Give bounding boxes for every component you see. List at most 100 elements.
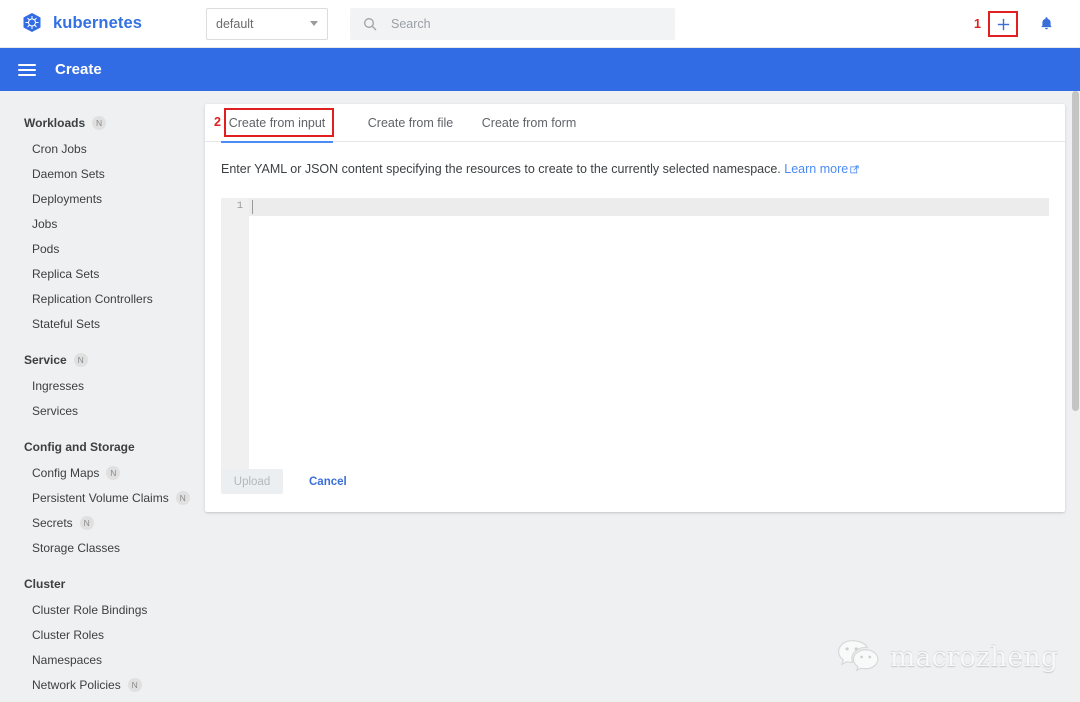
namespace-selector[interactable]: default	[206, 8, 328, 40]
namespaced-badge: N	[74, 353, 88, 367]
hamburger-line	[18, 74, 36, 76]
yaml-editor[interactable]: 1	[221, 198, 1049, 473]
external-link-icon	[850, 163, 859, 172]
sidebar-item-jobs[interactable]: Jobs	[0, 211, 190, 236]
sidebar-group-spacer	[0, 423, 190, 434]
search-input[interactable]	[391, 17, 641, 31]
hamburger-menu-icon[interactable]	[18, 64, 36, 76]
hamburger-line	[18, 64, 36, 66]
create-button[interactable]	[988, 11, 1018, 37]
search-icon	[362, 16, 378, 32]
namespaced-badge: N	[80, 516, 94, 530]
sidebar-item-label: Cluster Roles	[32, 628, 104, 642]
learn-more-label: Learn more	[784, 162, 848, 176]
sidebar-item-label: Ingresses	[32, 379, 84, 393]
sidebar-item-label: Services	[32, 404, 78, 418]
sidebar-group-workloads: Workloads N	[0, 110, 190, 136]
namespaced-badge: N	[92, 116, 106, 130]
sidebar-item-ingresses[interactable]: Ingresses	[0, 373, 190, 398]
sidebar-item-stateful-sets[interactable]: Stateful Sets	[0, 311, 190, 336]
sidebar-item-nodes[interactable]: Nodes	[0, 697, 190, 702]
sidebar-item-cron-jobs[interactable]: Cron Jobs	[0, 136, 190, 161]
tab-create-from-form[interactable]: Create from form	[473, 104, 585, 142]
sidebar-item-label: Config Maps	[32, 466, 99, 480]
chevron-down-icon	[310, 21, 318, 26]
tab-label: Create from input	[229, 116, 326, 130]
upload-button[interactable]: Upload	[221, 469, 283, 494]
sidebar-group-label: Config and Storage	[24, 440, 135, 454]
sidebar-item-pods[interactable]: Pods	[0, 236, 190, 261]
action-buttons: Upload Cancel	[221, 469, 347, 494]
sidebar-item-secrets[interactable]: SecretsN	[0, 510, 190, 535]
page-scrollbar[interactable]	[1071, 91, 1080, 702]
editor-line-number: 1	[237, 200, 243, 212]
namespaced-badge: N	[106, 466, 120, 480]
hamburger-line	[18, 69, 36, 71]
sidebar-group-label: Workloads	[24, 116, 85, 130]
sidebar-group-spacer	[0, 336, 190, 347]
sidebar-group-service: Service N	[0, 347, 190, 373]
namespaced-badge: N	[128, 678, 142, 692]
sidebar-item-replication-controllers[interactable]: Replication Controllers	[0, 286, 190, 311]
sidebar-item-cluster-role-bindings[interactable]: Cluster Role Bindings	[0, 597, 190, 622]
sidebar-item-label: Stateful Sets	[32, 317, 100, 331]
sidebar: Workloads N Cron Jobs Daemon Sets Deployment…	[0, 91, 190, 702]
sidebar-item-daemon-sets[interactable]: Daemon Sets	[0, 161, 190, 186]
scrollbar-thumb[interactable]	[1072, 91, 1079, 411]
sidebar-item-label: Cron Jobs	[32, 142, 87, 156]
sidebar-item-label: Replica Sets	[32, 267, 99, 281]
sidebar-item-cluster-roles[interactable]: Cluster Roles	[0, 622, 190, 647]
bell-icon	[1038, 15, 1055, 33]
sidebar-item-config-maps[interactable]: Config Maps N	[0, 460, 190, 485]
page-title: Create	[55, 61, 102, 78]
sidebar-item-label: Jobs	[32, 217, 57, 231]
watermark-label: macrozheng	[890, 642, 1058, 673]
tab-create-from-input[interactable]: Create from input	[221, 104, 333, 142]
brand-label: kubernetes	[53, 14, 142, 33]
editor-gutter: 1	[221, 198, 249, 473]
sidebar-item-persistent-volume-claims[interactable]: Persistent Volume Claims N	[0, 485, 190, 510]
cancel-button[interactable]: Cancel	[309, 476, 347, 488]
editor-active-line	[249, 198, 1049, 216]
sidebar-item-storage-classes[interactable]: Storage Classes	[0, 535, 190, 560]
sidebar-item-label: Network Policies	[32, 678, 121, 692]
learn-more-link[interactable]: Learn more	[784, 162, 848, 176]
kubernetes-logo-icon	[20, 12, 44, 36]
sidebar-group-label: Cluster	[24, 577, 65, 591]
tab-create-from-file[interactable]: Create from file	[358, 104, 463, 142]
sidebar-item-label: Replication Controllers	[32, 292, 153, 306]
sidebar-item-services[interactable]: Services	[0, 398, 190, 423]
wechat-icon	[836, 638, 880, 676]
sidebar-group-label: Service	[24, 353, 67, 367]
content-card: 2 Create from input Create from file Cre…	[205, 104, 1065, 512]
sidebar-item-label: Daemon Sets	[32, 167, 105, 181]
sidebar-item-label: Pods	[32, 242, 59, 256]
brand: kubernetes	[20, 12, 190, 36]
top-bar: kubernetes default 1	[0, 0, 1080, 48]
top-bar-actions: 1	[974, 0, 1066, 48]
sidebar-item-label: Namespaces	[32, 653, 102, 667]
search-box[interactable]	[350, 8, 675, 40]
sidebar-item-label: Persistent Volume Claims	[32, 491, 169, 505]
sidebar-item-network-policies[interactable]: Network Policies N	[0, 672, 190, 697]
tab-bar: 2 Create from input Create from file Cre…	[205, 104, 1065, 142]
app-root: kubernetes default 1	[0, 0, 1080, 702]
namespaced-badge: N	[176, 491, 190, 505]
annotation-marker-2: 2	[214, 115, 221, 129]
tab-label: Create from form	[482, 116, 576, 130]
watermark: macrozheng	[836, 638, 1058, 676]
page-header: Create	[0, 48, 1080, 91]
sidebar-item-label: Deployments	[32, 192, 102, 206]
notifications-button[interactable]	[1026, 15, 1066, 33]
sidebar-item-namespaces[interactable]: Namespaces	[0, 647, 190, 672]
description-text: Enter YAML or JSON content specifying th…	[205, 142, 1065, 176]
description-label: Enter YAML or JSON content specifying th…	[221, 162, 781, 176]
sidebar-item-label: Storage Classes	[32, 541, 120, 555]
sidebar-item-deployments[interactable]: Deployments	[0, 186, 190, 211]
sidebar-item-replica-sets[interactable]: Replica Sets	[0, 261, 190, 286]
editor-caret	[252, 200, 253, 214]
sidebar-group-spacer	[0, 560, 190, 571]
sidebar-item-label: Cluster Role Bindings	[32, 603, 147, 617]
tab-label: Create from file	[368, 116, 453, 130]
sidebar-group-config-and-storage: Config and Storage	[0, 434, 190, 460]
